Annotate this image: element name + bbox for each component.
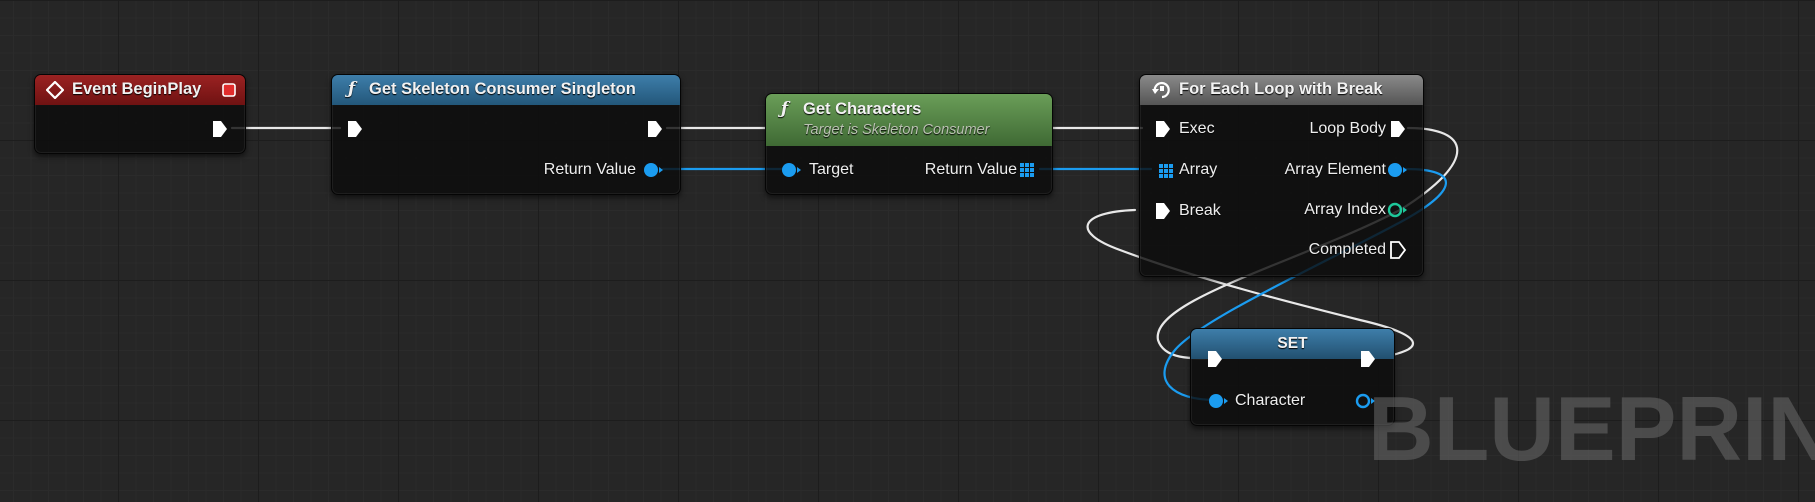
- exec-label: Exec: [1179, 120, 1215, 137]
- for-each-title: For Each Loop with Break: [1179, 80, 1383, 98]
- event-beginplay-title: Event BeginPlay: [72, 80, 202, 98]
- get-skeleton-consumer-singleton-node[interactable]: ƒ Get Skeleton Consumer Singleton Return…: [331, 74, 681, 195]
- character-input-pin[interactable]: [1207, 391, 1229, 411]
- array-grid-pin[interactable]: [1019, 162, 1035, 178]
- get-characters-node[interactable]: ƒ Get Characters Target is Skeleton Cons…: [765, 93, 1053, 195]
- return-value-label: Return Value: [543, 161, 636, 178]
- singleton-title: Get Skeleton Consumer Singleton: [369, 80, 636, 98]
- array-element-object-pin[interactable]: [1386, 160, 1408, 180]
- target-label: Target: [809, 161, 854, 178]
- array-index-integer-pin[interactable]: [1386, 200, 1408, 220]
- loop-body-label: Loop Body: [1309, 120, 1386, 137]
- break-label: Break: [1179, 202, 1221, 219]
- function-icon: ƒ: [348, 79, 356, 98]
- exec-in-pin[interactable]: [1206, 349, 1224, 369]
- character-label: Character: [1235, 392, 1306, 409]
- for-each-header: For Each Loop with Break: [1140, 75, 1423, 105]
- get-characters-title: Get Characters: [803, 100, 922, 118]
- stop-square-icon: [222, 83, 236, 97]
- exec-in-pin[interactable]: [1154, 119, 1172, 139]
- set-variable-node[interactable]: SET Character: [1190, 328, 1395, 426]
- array-index-label: Array Index: [1304, 201, 1386, 218]
- return-value-object-pin[interactable]: [642, 160, 664, 180]
- for-each-loop-with-break-node[interactable]: For Each Loop with Break Exec Array Brea…: [1139, 74, 1424, 277]
- exec-out-pin[interactable]: [1359, 349, 1377, 369]
- characters-return-value-label: Return Value: [924, 161, 1017, 178]
- get-characters-subtitle: Target is Skeleton Consumer: [803, 122, 990, 138]
- array-element-label: Array Element: [1284, 161, 1386, 178]
- array-grid-pin[interactable]: [1158, 163, 1174, 179]
- exec-out-pin[interactable]: [211, 119, 229, 139]
- array-label: Array: [1179, 161, 1218, 178]
- get-characters-header: ƒ Get Characters Target is Skeleton Cons…: [766, 94, 1052, 146]
- event-beginplay-header: Event BeginPlay: [35, 75, 245, 105]
- blueprint-watermark: BLUEPRINT: [1368, 379, 1815, 480]
- exec-in-pin[interactable]: [346, 119, 364, 139]
- event-beginplay-node[interactable]: Event BeginPlay: [34, 74, 246, 154]
- target-object-pin[interactable]: [780, 160, 802, 180]
- completed-exec-pin[interactable]: [1389, 240, 1407, 260]
- completed-label: Completed: [1308, 241, 1386, 258]
- function-icon: ƒ: [781, 99, 789, 118]
- singleton-header: ƒ Get Skeleton Consumer Singleton: [332, 75, 680, 105]
- loop-macro-icon: [1152, 81, 1170, 99]
- event-diamond-icon: [46, 81, 64, 99]
- loop-body-exec-pin[interactable]: [1389, 119, 1407, 139]
- exec-out-pin[interactable]: [646, 119, 664, 139]
- break-exec-pin[interactable]: [1154, 201, 1172, 221]
